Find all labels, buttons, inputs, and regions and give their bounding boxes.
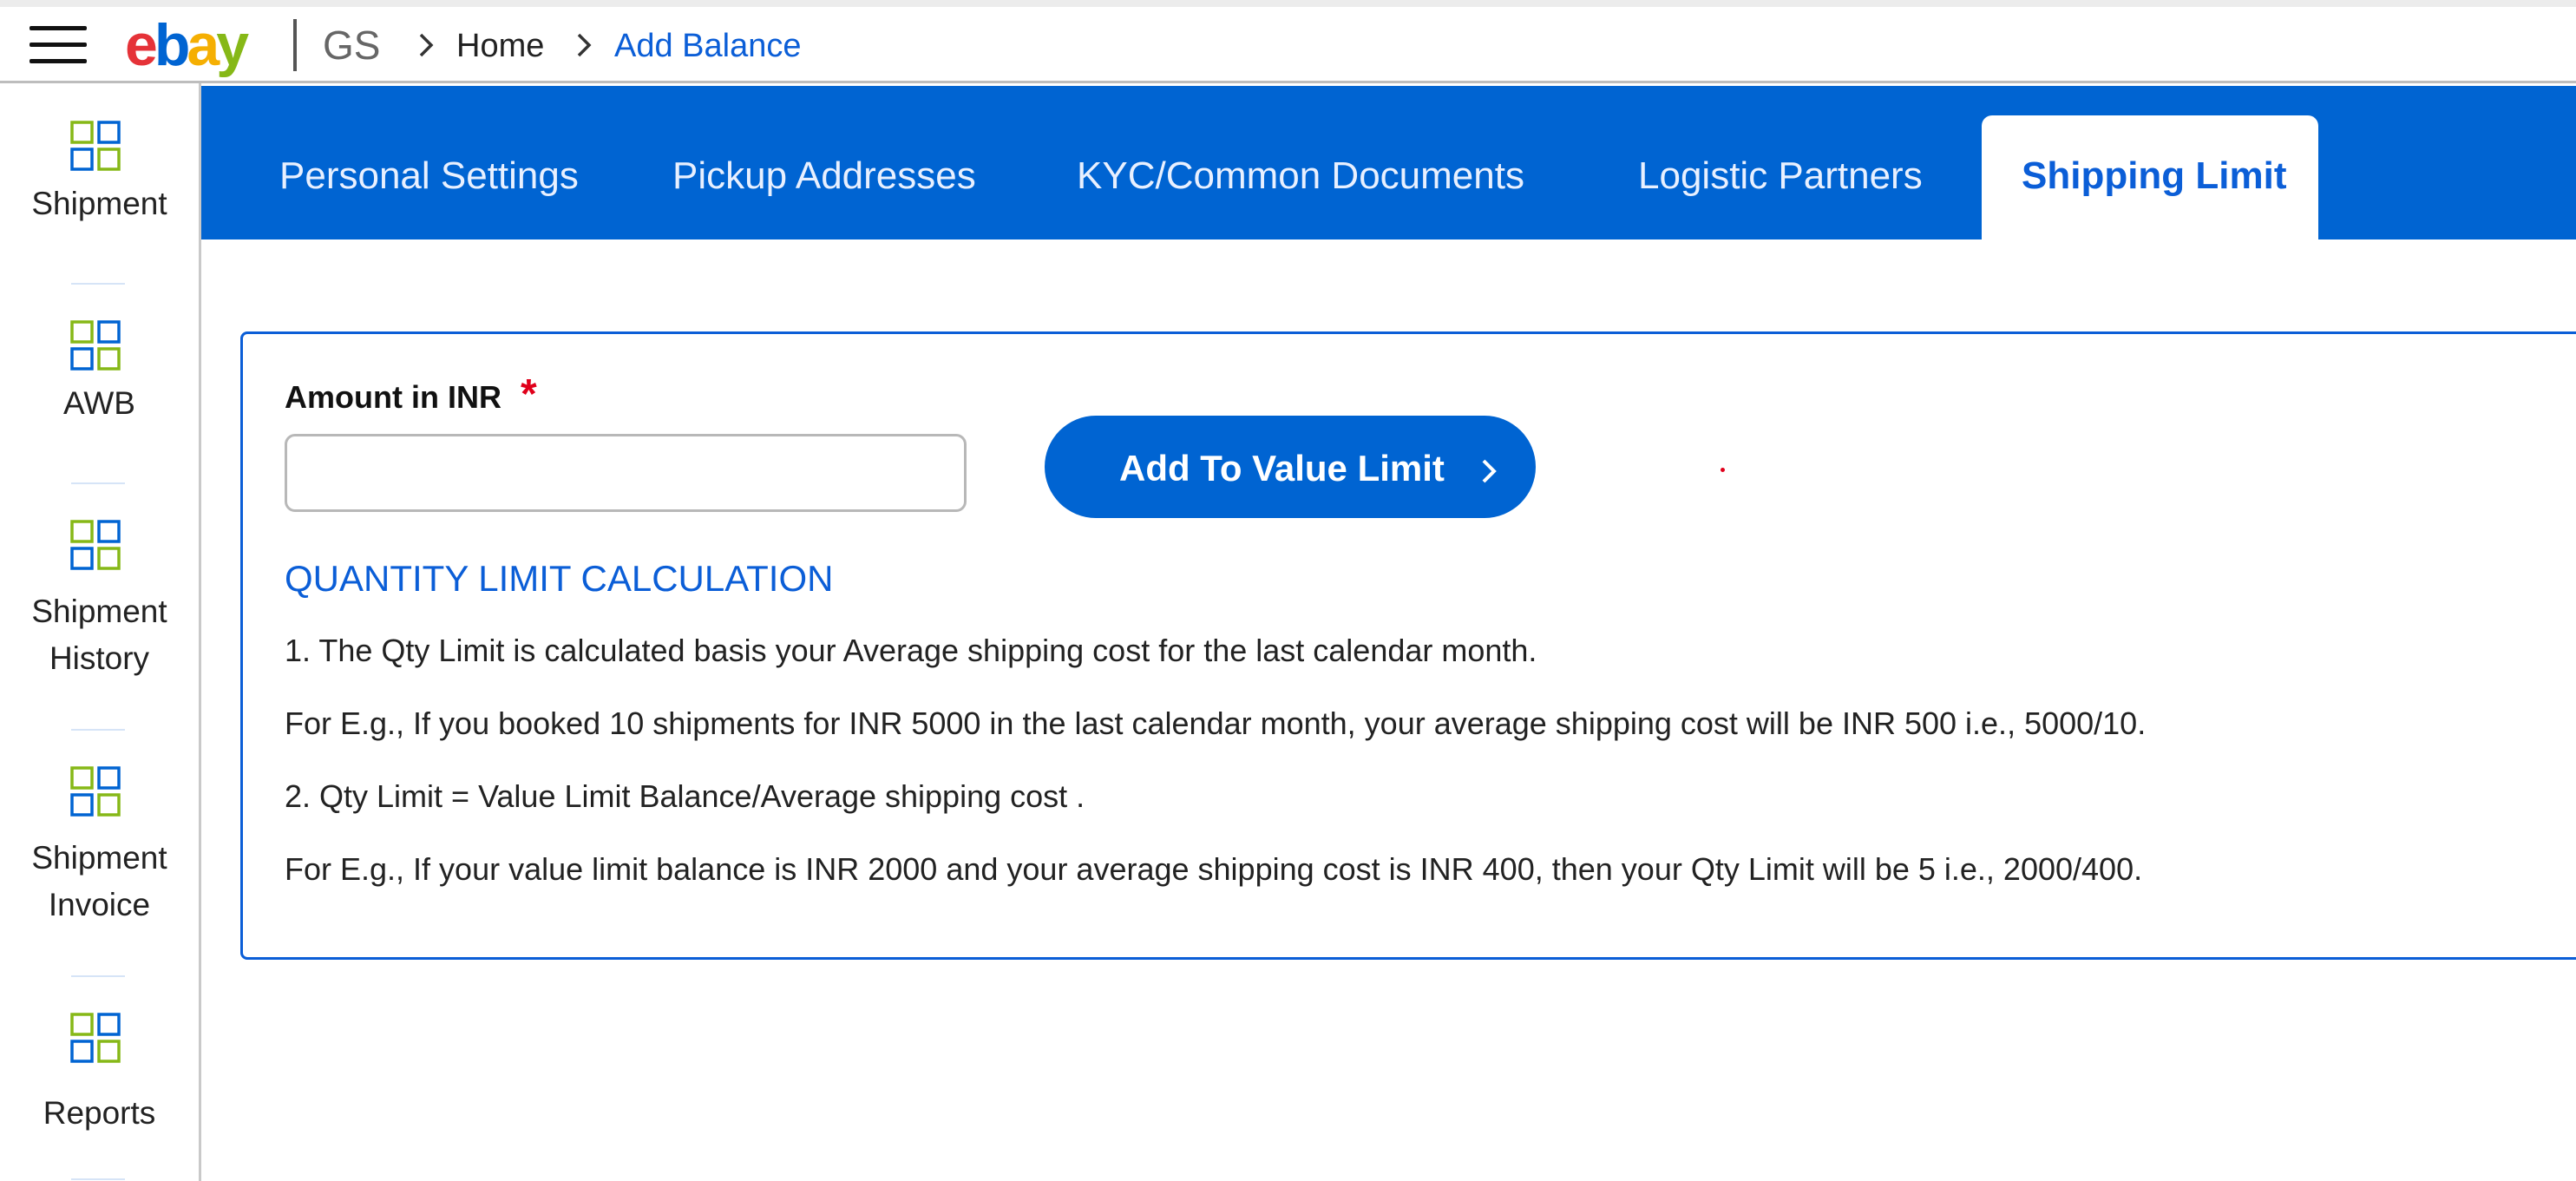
top-edge-line xyxy=(0,0,2576,7)
header-divider xyxy=(293,19,297,71)
grid-icon xyxy=(70,121,121,171)
red-dot xyxy=(1721,468,1725,472)
top-header: ebay GS Home Add Balance xyxy=(0,7,2576,83)
sidebar-separator xyxy=(71,729,125,731)
hamburger-menu-icon[interactable] xyxy=(29,23,87,66)
sidebar-separator xyxy=(71,283,125,285)
amount-label: Amount in INR xyxy=(285,379,501,415)
amount-input[interactable] xyxy=(285,434,967,512)
sidebar-separator xyxy=(71,482,125,484)
sidebar-separator xyxy=(71,1178,125,1180)
tab-personal-settings[interactable]: Personal Settings xyxy=(279,115,579,239)
shipping-limit-panel: Amount in INR * Add To Value Limit QUANT… xyxy=(240,331,2576,960)
add-button-label: Add To Value Limit xyxy=(1119,448,1445,489)
info-line: 2. Qty Limit = Value Limit Balance/Avera… xyxy=(285,778,1085,814)
sidebar-item-label: AWB xyxy=(63,385,135,421)
tab-logistic-partners[interactable]: Logistic Partners xyxy=(1638,115,1923,239)
tab-pickup-addresses[interactable]: Pickup Addresses xyxy=(672,115,976,239)
chevron-right-icon xyxy=(573,28,595,62)
sidebar-item-label: Shipment xyxy=(31,186,167,221)
sidebar-item-awb[interactable]: AWB xyxy=(0,319,199,423)
left-sidebar: Shipment AWB Shipment History Shipment I… xyxy=(0,83,201,1181)
sidebar-item-reports[interactable]: Reports xyxy=(0,1012,199,1142)
add-to-value-limit-button[interactable]: Add To Value Limit xyxy=(1045,416,1536,518)
required-marker: * xyxy=(521,371,537,417)
grid-icon xyxy=(70,766,121,817)
info-line: For E.g., If you booked 10 shipments for… xyxy=(285,705,2147,741)
tab-shipping-limit[interactable]: Shipping Limit xyxy=(1982,115,2318,239)
sidebar-item-label: History xyxy=(49,640,150,676)
sidebar-item-shipment-invoice[interactable]: Shipment Invoice xyxy=(0,765,199,930)
sidebar-item-label: Shipment xyxy=(31,594,167,629)
sidebar-item-label: Reports xyxy=(43,1095,156,1131)
sidebar-item-label: Invoice xyxy=(48,887,151,922)
sidebar-item-label: Shipment xyxy=(31,840,167,876)
ebay-logo[interactable]: ebay xyxy=(125,10,249,80)
brand-subtitle: GS xyxy=(323,23,381,68)
breadcrumb-current[interactable]: Add Balance xyxy=(614,24,802,68)
sidebar-item-shipment-history[interactable]: Shipment History xyxy=(0,519,199,684)
section-title: QUANTITY LIMIT CALCULATION xyxy=(285,558,834,599)
info-line: For E.g., If your value limit balance is… xyxy=(285,851,2143,887)
breadcrumb-home[interactable]: Home xyxy=(456,24,544,68)
chevron-right-icon xyxy=(415,28,437,62)
tab-kyc-common-documents[interactable]: KYC/Common Documents xyxy=(1077,115,1524,239)
chevron-right-icon xyxy=(1482,459,1497,483)
sidebar-item-shipment[interactable]: Shipment xyxy=(0,120,199,224)
info-line: 1. The Qty Limit is calculated basis you… xyxy=(285,633,1537,668)
grid-icon xyxy=(70,320,121,371)
grid-icon xyxy=(70,1013,121,1063)
grid-icon xyxy=(70,520,121,570)
settings-tab-bar: Personal Settings Pickup Addresses KYC/C… xyxy=(201,86,2576,239)
sidebar-separator xyxy=(71,975,125,977)
